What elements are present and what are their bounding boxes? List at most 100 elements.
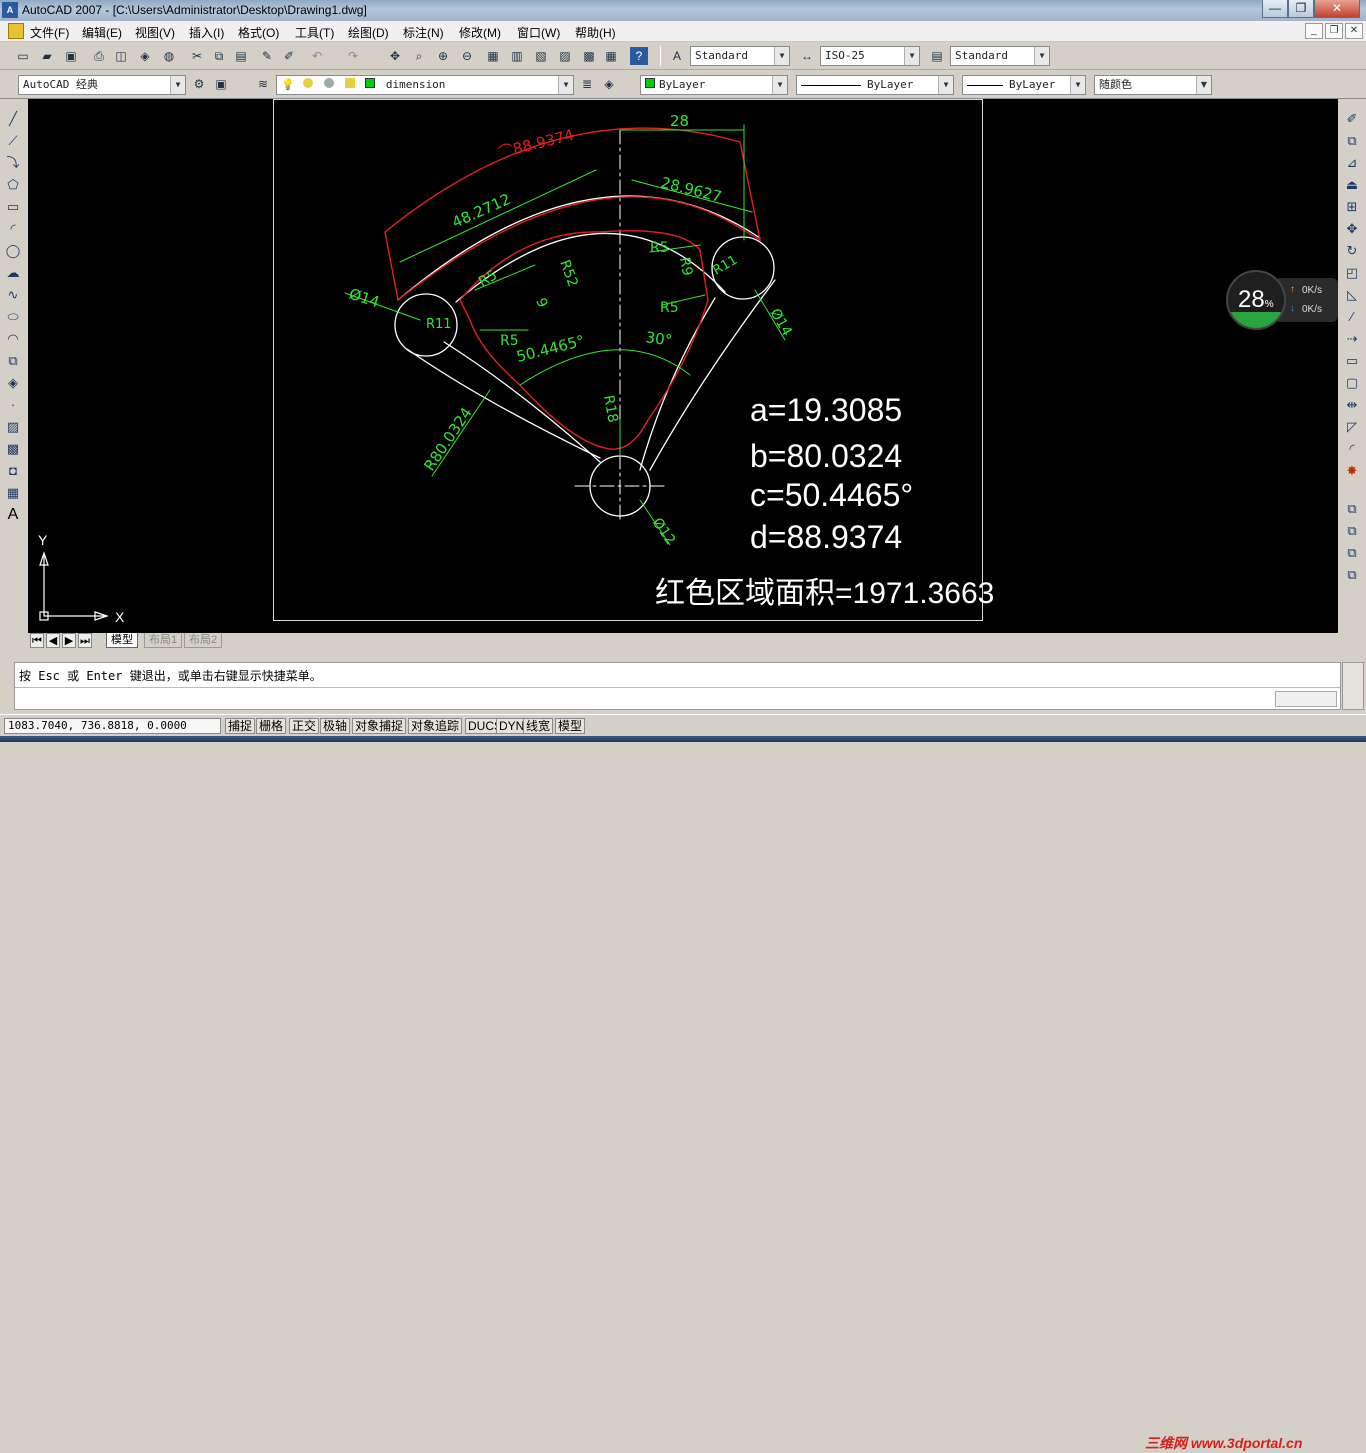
ellipse-icon[interactable]: ⬭ [3, 307, 23, 327]
calculator-icon[interactable]: ▦ [602, 47, 620, 65]
menu-item-1[interactable]: 编辑(E) [82, 24, 122, 41]
draworder-above-icon[interactable]: ⧉ [1342, 543, 1362, 563]
copy-icon[interactable]: ⧉ [210, 47, 228, 65]
status-toggle-0[interactable]: 捕捉 [225, 718, 256, 734]
text-style-combo[interactable]: Standard ▼ [690, 46, 790, 66]
menu-item-2[interactable]: 视图(V) [135, 24, 175, 41]
zoom-previous-icon[interactable]: ⊖ [458, 47, 476, 65]
drawing-svg[interactable]: 28 ⌒88.9374 48.2712 28.9627 R5 R5 R5 R5 … [28, 99, 1338, 633]
help-icon[interactable]: ? [630, 47, 648, 65]
status-toggle-3[interactable]: 极轴 [320, 718, 351, 734]
rotate-icon[interactable]: ↻ [1342, 241, 1362, 261]
last-tab-icon[interactable]: ⏭ [78, 633, 92, 648]
undo-icon[interactable]: ↶ [308, 47, 326, 65]
dim-style-combo[interactable]: ISO-25 ▼ [820, 46, 920, 66]
save-icon[interactable]: ▣ [62, 47, 80, 65]
command-vscroll[interactable] [1342, 662, 1364, 710]
dim-arc-88[interactable]: ⌒88.9374 [497, 126, 576, 162]
maximize-button[interactable]: ❐ [1288, 0, 1314, 18]
doc-restore-button[interactable]: ❐ [1325, 23, 1343, 39]
chevron-down-icon[interactable]: ▼ [772, 76, 787, 94]
dim-28[interactable]: 28 [670, 112, 689, 130]
markup-icon[interactable]: ▩ [580, 47, 598, 65]
linetype-combo[interactable]: ByLayer ▼ [796, 75, 954, 95]
revision-cloud-icon[interactable]: ☁ [3, 263, 23, 283]
coordinate-readout[interactable]: 1083.7040, 736.8818, 0.0000 [4, 718, 221, 734]
prev-tab-icon[interactable]: ◀ [46, 633, 60, 648]
chevron-down-icon[interactable]: ▼ [774, 47, 789, 65]
open-file-icon[interactable]: ▰ [38, 47, 56, 65]
dim-d14-left[interactable]: Ø14 [347, 285, 382, 312]
workspace-combo[interactable]: AutoCAD 经典 ▼ [18, 75, 186, 95]
multiline-text-icon[interactable]: A [3, 505, 23, 525]
insert-block-icon[interactable]: ⧉ [3, 351, 23, 371]
trim-icon[interactable]: ⁄ [1342, 307, 1362, 327]
autocad-app-icon[interactable]: A [2, 2, 18, 18]
dim-d14-right[interactable]: Ø14 [767, 306, 795, 339]
chevron-down-icon[interactable]: ▼ [1070, 76, 1085, 94]
plot-icon[interactable]: ⎙ [90, 47, 108, 65]
status-toggle-2[interactable]: 正交 [289, 718, 320, 734]
result-area[interactable]: 红色区域面积=1971.3663 [655, 577, 994, 610]
pan-icon[interactable]: ✥ [386, 47, 404, 65]
workspace-save-icon[interactable]: ▣ [212, 75, 230, 93]
properties-icon[interactable]: ▦ [484, 47, 502, 65]
3d-dwf-icon[interactable]: ◍ [160, 47, 178, 65]
point-icon[interactable]: · [3, 395, 23, 415]
cut-icon[interactable]: ✂ [188, 47, 206, 65]
drawing-canvas[interactable]: 28 ⌒88.9374 48.2712 28.9627 R5 R5 R5 R5 … [28, 99, 1338, 633]
design-center-icon[interactable]: ▥ [508, 47, 526, 65]
construction-line-icon[interactable]: ⟋ [3, 131, 23, 151]
first-tab-icon[interactable]: ⏮ [30, 633, 44, 648]
plot-style-combo[interactable]: 随颜色 ▼ [1094, 75, 1212, 95]
color-combo[interactable]: ByLayer ▼ [640, 75, 788, 95]
table-icon[interactable]: ▦ [3, 483, 23, 503]
dim-9[interactable]: 9 [532, 296, 550, 310]
explode-icon[interactable]: ✸ [1342, 461, 1362, 481]
dim-style-icon[interactable]: ↔ [798, 47, 816, 65]
dim-d12[interactable]: Ø12 [649, 515, 679, 548]
join-icon[interactable]: ⇹ [1342, 395, 1362, 415]
plot-preview-icon[interactable]: ◫ [112, 47, 130, 65]
menu-item-7[interactable]: 标注(N) [403, 24, 444, 41]
chamfer-icon[interactable]: ◸ [1342, 417, 1362, 437]
dim-48[interactable]: 48.2712 [449, 190, 513, 232]
draworder-under-icon[interactable]: ⧉ [1342, 565, 1362, 585]
paste-icon[interactable]: ▤ [232, 47, 250, 65]
lineweight-combo[interactable]: ByLayer ▼ [962, 75, 1086, 95]
erase-icon[interactable]: ✐ [1342, 109, 1362, 129]
command-window[interactable]: 按 Esc 或 Enter 键退出，或单击右键显示快捷菜单。 [14, 662, 1341, 710]
dim-angle-50[interactable]: 50.4465° [515, 332, 587, 366]
dim-r52[interactable]: R52 [556, 258, 580, 289]
zoom-window-icon[interactable]: ⊕ [434, 47, 452, 65]
close-button[interactable]: ✕ [1314, 0, 1360, 18]
menu-item-9[interactable]: 窗口(W) [517, 24, 560, 41]
scale-icon[interactable]: ◰ [1342, 263, 1362, 283]
chevron-down-icon[interactable]: ▼ [904, 47, 919, 65]
dim-r5-d[interactable]: R5 [660, 300, 679, 316]
polygon-icon[interactable]: ⬠ [3, 175, 23, 195]
array-icon[interactable]: ⊞ [1342, 197, 1362, 217]
chevron-down-icon[interactable]: ▼ [1196, 76, 1211, 94]
menu-item-6[interactable]: 绘图(D) [348, 24, 389, 41]
make-current-layer-icon[interactable]: ≣ [578, 75, 596, 93]
move-icon[interactable]: ✥ [1342, 219, 1362, 239]
dim-r11-left[interactable]: R11 [426, 317, 452, 332]
match-properties-icon[interactable]: ✎ [258, 47, 276, 65]
fillet-icon[interactable]: ◜ [1342, 439, 1362, 459]
layer-previous-icon[interactable]: ◈ [600, 75, 618, 93]
text-style-icon[interactable]: A [668, 47, 686, 65]
stretch-icon[interactable]: ◺ [1342, 285, 1362, 305]
draworder-back-icon[interactable]: ⧉ [1342, 521, 1362, 541]
menu-item-10[interactable]: 帮助(H) [575, 24, 616, 41]
status-toggle-8[interactable]: 线宽 [523, 718, 554, 734]
dim-r80[interactable]: R80.0324 [420, 404, 475, 474]
ellipse-arc-icon[interactable]: ◠ [3, 329, 23, 349]
status-toggle-1[interactable]: 栅格 [256, 718, 287, 734]
extend-icon[interactable]: ⇢ [1342, 329, 1362, 349]
table-style-combo[interactable]: Standard ▼ [950, 46, 1050, 66]
rectangle-icon[interactable]: ▭ [3, 197, 23, 217]
chevron-down-icon[interactable]: ▼ [170, 76, 185, 94]
doc-minimize-button[interactable]: _ [1305, 23, 1323, 39]
status-toggle-5[interactable]: 对象追踪 [408, 718, 463, 734]
